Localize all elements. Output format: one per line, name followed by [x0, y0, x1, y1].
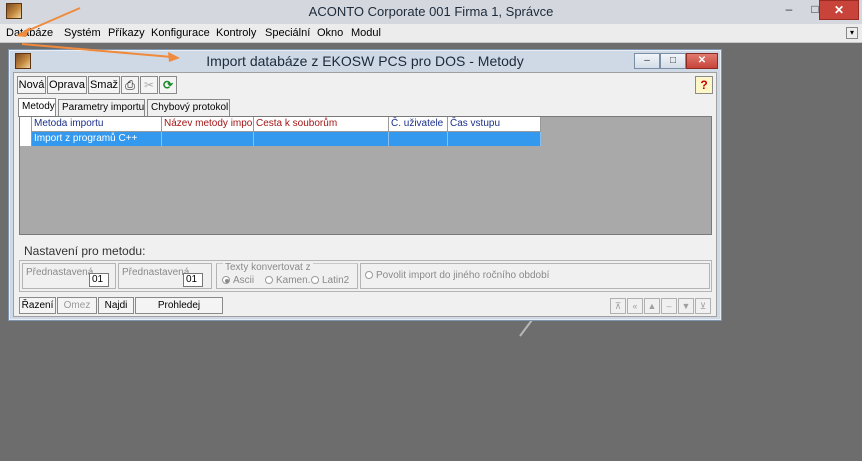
tab-chybovy-protokol[interactable]: Chybový protokol	[147, 99, 230, 116]
allow-import-box: Povolit import do jiného ročního období	[360, 263, 710, 289]
sort-button[interactable]: Řazení	[19, 297, 56, 314]
table-row[interactable]: Import z programů C++	[32, 132, 541, 146]
col-cas-vstupu[interactable]: Čas vstupu	[448, 117, 541, 132]
menu-modul[interactable]: Modul	[351, 27, 381, 39]
child-titlebar: Import databáze z EKOSW PCS pro DOS - Me…	[9, 50, 721, 72]
preset1-field[interactable]: 01	[89, 273, 109, 287]
nav-last-icon[interactable]: ⊻	[695, 298, 711, 314]
allow-import-option[interactable]: Povolit import do jiného ročního období	[365, 270, 549, 281]
child-close-button[interactable]: ✕	[686, 53, 718, 69]
import-window: Import databáze z EKOSW PCS pro DOS - Me…	[8, 49, 722, 321]
grid-corner	[20, 117, 32, 132]
nav-first-icon[interactable]: ⊼	[610, 298, 626, 314]
bottom-bar: Řazení Omez Najdi Prohledej ⊼ « ▲ – ▼ ⊻	[19, 297, 712, 315]
settings-section-title: Nastavení pro metodu:	[24, 244, 146, 258]
radio-kamen-label: Kamen.	[276, 275, 311, 286]
menu-databaze[interactable]: Databáze	[6, 27, 53, 39]
print-icon[interactable]: ⎙	[121, 76, 139, 94]
nav-up-icon[interactable]: ▲	[644, 298, 660, 314]
limit-button[interactable]: Omez	[57, 297, 97, 314]
menu-bar: Databáze Systém Příkazy Konfigurace Kont…	[0, 24, 862, 43]
tab-parametry-importu[interactable]: Parametry importu	[58, 99, 145, 116]
app-titlebar: ACONTO Corporate 001 Firma 1, Správce – …	[0, 0, 862, 24]
grid-header: Metoda importu Název metody importu Cest…	[32, 117, 541, 132]
menu-kontroly[interactable]: Kontroly	[216, 27, 256, 39]
allow-import-dot	[365, 271, 373, 279]
menu-konfigurace[interactable]: Konfigurace	[151, 27, 210, 39]
menu-okno[interactable]: Okno	[317, 27, 343, 39]
child-minimize-button[interactable]: –	[634, 53, 660, 69]
cell-cas-vstupu	[448, 132, 541, 146]
app-title: ACONTO Corporate 001 Firma 1, Správce	[308, 4, 554, 19]
radio-ascii-dot	[222, 276, 230, 284]
filter-icon[interactable]: ✂	[140, 76, 158, 94]
preset1-box: Přednastavená 01	[22, 263, 116, 289]
text-encoding-group: Texty konvertovat z Ascii Kamen. Latin2	[216, 262, 358, 289]
radio-kamen-dot	[265, 276, 273, 284]
help-button[interactable]: ?	[695, 76, 713, 94]
refresh-icon[interactable]: ⟳	[159, 76, 177, 94]
col-metoda-importu[interactable]: Metoda importu	[32, 117, 162, 132]
radio-kamen[interactable]: Kamen.	[265, 275, 310, 286]
radio-ascii[interactable]: Ascii	[222, 275, 254, 286]
methods-grid[interactable]: Metoda importu Název metody importu Cest…	[19, 116, 712, 235]
col-cesta-k-souborum[interactable]: Cesta k souborům	[254, 117, 389, 132]
tab-metody[interactable]: Metody	[18, 98, 56, 117]
col-cislo-uzivatele[interactable]: Č. uživatele	[389, 117, 448, 132]
allow-import-label: Povolit import do jiného ročního období	[376, 270, 550, 281]
menu-specialni[interactable]: Speciální	[265, 27, 310, 39]
child-client-area: Nová Oprava Smaž ⎙ ✂ ⟳ ? Metody Parametr…	[13, 72, 717, 317]
cell-nazev-metody	[162, 132, 254, 146]
text-encoding-legend: Texty konvertovat z	[223, 262, 313, 273]
cell-metoda-importu: Import z programů C++	[32, 132, 162, 146]
find-button[interactable]: Najdi	[98, 297, 134, 314]
radio-latin2-dot	[311, 276, 319, 284]
cell-cesta	[254, 132, 389, 146]
toolbar: Nová Oprava Smaž ⎙ ✂ ⟳ ?	[14, 73, 716, 97]
cell-cislo-uzivatele	[389, 132, 448, 146]
radio-latin2-label: Latin2	[322, 275, 350, 286]
method-settings: Přednastavená 01 Přednastavená 01 Texty …	[19, 260, 712, 292]
menu-prikazy[interactable]: Příkazy	[108, 27, 145, 39]
child-title: Import databáze z EKOSW PCS pro DOS - Me…	[206, 53, 524, 69]
new-button[interactable]: Nová	[17, 76, 46, 94]
app-close-button[interactable]: ✕	[819, 0, 859, 20]
nav-page-up-icon[interactable]: «	[627, 298, 643, 314]
radio-latin2[interactable]: Latin2	[311, 275, 349, 286]
menu-system[interactable]: Systém	[64, 27, 101, 39]
col-nazev-metody[interactable]: Název metody importu	[162, 117, 254, 132]
preset2-label: Přednastavená	[122, 267, 190, 278]
child-maximize-button[interactable]: □	[660, 53, 686, 69]
menu-dropdown-icon[interactable]: ▾	[846, 27, 858, 39]
edit-button[interactable]: Oprava	[47, 76, 87, 94]
app-minimize-button[interactable]: –	[776, 0, 802, 20]
preset1-label: Přednastavená	[26, 267, 94, 278]
preset2-box: Přednastavená 01	[118, 263, 212, 289]
preset2-field[interactable]: 01	[183, 273, 203, 287]
browse-button[interactable]: Prohledej	[135, 297, 223, 314]
radio-ascii-label: Ascii	[233, 275, 255, 286]
nav-separator-icon[interactable]: –	[661, 298, 677, 314]
row-selector[interactable]	[20, 132, 32, 146]
nav-down-icon[interactable]: ▼	[678, 298, 694, 314]
delete-button[interactable]: Smaž	[88, 76, 120, 94]
